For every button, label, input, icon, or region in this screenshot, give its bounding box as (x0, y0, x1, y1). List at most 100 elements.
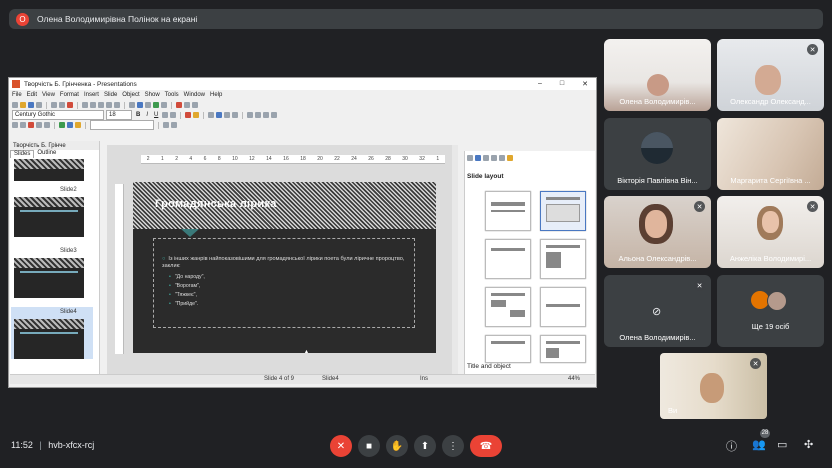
align-left-icon[interactable] (208, 112, 215, 118)
layout-option-two-content[interactable] (540, 239, 586, 279)
arrange-icon[interactable] (163, 122, 169, 128)
menu-tools[interactable]: Tools (165, 92, 179, 98)
layout-option-columns[interactable] (540, 335, 586, 363)
textbox-icon[interactable] (161, 102, 167, 108)
more-participants-tile[interactable]: Ще 19 осіб (717, 275, 824, 347)
star-icon[interactable] (75, 122, 81, 128)
image-icon[interactable] (145, 102, 151, 108)
arrow-icon[interactable] (28, 122, 34, 128)
tab-slides[interactable]: Slides (10, 150, 35, 158)
line-icon[interactable] (20, 122, 26, 128)
raise-hand-button[interactable]: ✋ (386, 435, 408, 457)
cut-icon[interactable] (82, 102, 88, 108)
font-name-box[interactable]: Century Gothic (12, 110, 104, 120)
layout-option-text[interactable] (485, 335, 531, 363)
table-icon[interactable] (129, 102, 135, 108)
italic-button[interactable]: I (146, 112, 148, 118)
strike-icon[interactable] (162, 112, 169, 118)
slide-thumbnail-1[interactable] (14, 159, 84, 181)
layout-option-title[interactable] (485, 191, 531, 231)
participant-tile[interactable]: ✕ Альона Олександрів... (604, 196, 711, 268)
underline-button[interactable]: U (154, 112, 158, 118)
menu-insert[interactable]: Insert (84, 92, 99, 98)
style-box[interactable] (90, 120, 154, 130)
close-button[interactable]: ✕ (582, 80, 588, 88)
export-icon[interactable] (36, 102, 42, 108)
bullets-icon[interactable] (247, 112, 254, 118)
chart-icon[interactable] (137, 102, 143, 108)
outline-icon[interactable] (67, 122, 73, 128)
status-zoom[interactable]: 44% (568, 376, 580, 382)
editor-scrollbar[interactable] (452, 145, 458, 379)
participant-tile[interactable]: Вікторія Павлівна Він... (604, 118, 711, 190)
layout-option-four[interactable] (485, 287, 531, 327)
indent-icon[interactable] (263, 112, 270, 118)
print-icon[interactable] (51, 102, 57, 108)
font-color-icon[interactable] (185, 112, 192, 118)
participant-tile[interactable]: ⊘ ✕ Олена Володимирів... (604, 275, 711, 347)
maximize-button[interactable]: □ (560, 80, 564, 88)
copy-icon[interactable] (90, 102, 96, 108)
open-icon[interactable] (20, 102, 26, 108)
rect-icon[interactable] (36, 122, 42, 128)
save-icon[interactable] (28, 102, 34, 108)
tab-outline[interactable]: Outline (34, 150, 59, 158)
minimize-button[interactable]: – (538, 80, 542, 88)
info-icon[interactable]: ⓘ (726, 438, 737, 454)
end-call-button[interactable]: ☎ (470, 435, 502, 457)
slide-title[interactable]: Громадянська лірика (155, 198, 277, 210)
grid-icon[interactable] (184, 102, 190, 108)
properties-icon[interactable] (467, 155, 473, 161)
outdent-icon[interactable] (271, 112, 278, 118)
activities-icon[interactable]: ✣ (804, 438, 813, 451)
transition-icon[interactable] (491, 155, 497, 161)
slide-thumbnail-3[interactable] (14, 258, 84, 298)
group-icon[interactable] (171, 122, 177, 128)
menu-format[interactable]: Format (60, 92, 79, 98)
slide-thumbnail-2[interactable] (14, 197, 84, 237)
menu-view[interactable]: View (42, 92, 55, 98)
current-slide[interactable]: Громадянська лірика ○ Із інших жанрів най… (133, 182, 436, 353)
layout-option-centered[interactable] (540, 287, 586, 327)
camera-toggle-button[interactable]: ■ (358, 435, 380, 457)
spellcheck-icon[interactable] (67, 102, 73, 108)
ellipse-icon[interactable] (44, 122, 50, 128)
self-view-tile[interactable]: ✕ Ви (660, 353, 767, 419)
select-icon[interactable] (12, 122, 18, 128)
layouts-icon[interactable] (475, 155, 481, 161)
numbering-icon[interactable] (255, 112, 262, 118)
menu-window[interactable]: Window (184, 92, 205, 98)
participant-tile[interactable]: Маргарита Сергіївна ... (717, 118, 824, 190)
layout-option-title-only[interactable] (485, 239, 531, 279)
menu-show[interactable]: Show (145, 92, 160, 98)
redo-icon[interactable] (114, 102, 120, 108)
panel-doc-tab[interactable]: Творчість Б. Грінче (10, 141, 99, 150)
menu-object[interactable]: Object (122, 92, 139, 98)
preview-icon[interactable] (59, 102, 65, 108)
font-size-box[interactable]: 18 (106, 110, 132, 120)
people-icon[interactable]: 👥 (752, 438, 766, 451)
present-button[interactable]: ⬆ (414, 435, 436, 457)
shadow-icon[interactable] (170, 112, 177, 118)
fill-icon[interactable] (59, 122, 65, 128)
mic-toggle-button[interactable]: ✕ (330, 435, 352, 457)
gallery-star-icon[interactable] (507, 155, 513, 161)
layout-option-title-content[interactable] (540, 191, 586, 231)
menu-slide[interactable]: Slide (104, 92, 117, 98)
align-right-icon[interactable] (224, 112, 231, 118)
chat-icon[interactable]: ▭ (777, 438, 787, 451)
menu-help[interactable]: Help (210, 92, 222, 98)
participant-tile[interactable]: ✕ Анжеліка Володимирі... (717, 196, 824, 268)
media-icon[interactable] (153, 102, 159, 108)
participant-tile[interactable]: ✕ Олександр Олександ... (717, 39, 824, 111)
undo-icon[interactable] (106, 102, 112, 108)
more-options-button[interactable]: ⋮ (442, 435, 464, 457)
new-icon[interactable] (12, 102, 18, 108)
justify-icon[interactable] (232, 112, 239, 118)
menu-file[interactable]: File (12, 92, 22, 98)
highlight-icon[interactable] (193, 112, 200, 118)
bold-button[interactable]: B (136, 112, 140, 118)
help-icon[interactable] (192, 102, 198, 108)
menu-edit[interactable]: Edit (27, 92, 37, 98)
show-icon[interactable] (176, 102, 182, 108)
